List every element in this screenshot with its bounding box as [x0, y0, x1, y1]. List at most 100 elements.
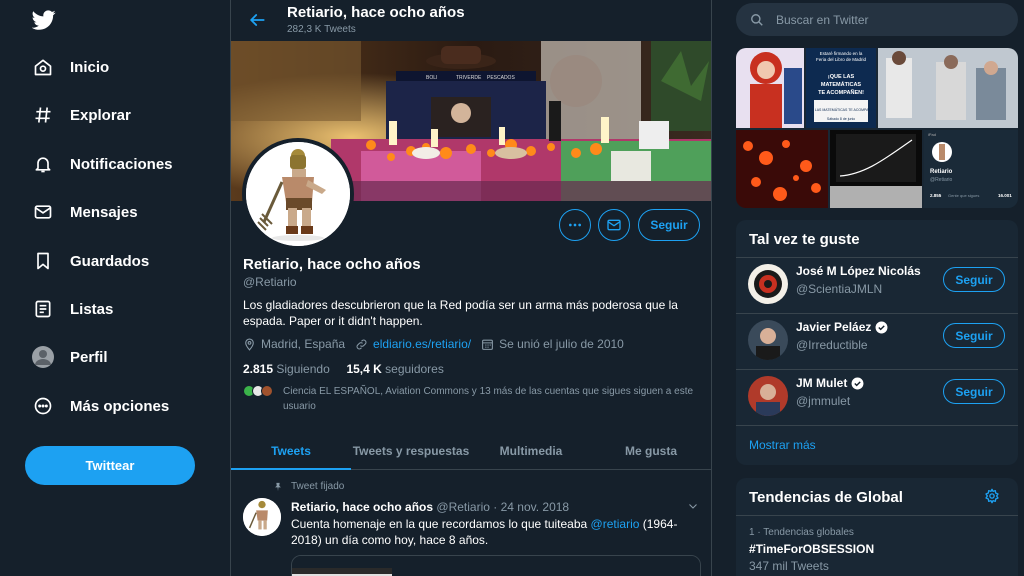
poster-date: Sábado 8 de junio: [827, 117, 855, 121]
nav-label-guardados: Guardados: [70, 252, 150, 270]
suggestion-handle: @ScientiaJMLN: [796, 282, 883, 296]
nav-item-notificaciones[interactable]: Notificaciones: [22, 146, 183, 182]
profile-handle: @Retiario: [243, 275, 297, 289]
nav-item-explorar[interactable]: Explorar: [22, 97, 141, 133]
suggestion-item[interactable]: Javier Peláez @Irreductible Seguir: [736, 313, 1018, 361]
trend-context: 1 · Tendencias globales: [749, 527, 854, 538]
divider: [736, 515, 1018, 516]
profile-header: Retiario, hace ocho años 282,3 K Tweets: [231, 0, 711, 41]
suggestion-item[interactable]: JM Mulet @jmmulet Seguir: [736, 369, 1018, 417]
tweet-header: Retiario, hace ocho años @Retiario · 24 …: [291, 500, 569, 514]
followers-you-know[interactable]: Ciencia EL ESPAÑOL, Aviation Commons y 1…: [243, 384, 703, 414]
mini-profile-handle: @Retiario: [930, 177, 953, 183]
mini-device: iPad: [928, 132, 936, 137]
tweet-date[interactable]: · 24 nov. 2018: [493, 500, 569, 514]
right-sidebar: Estaré firmando en la Feria del Libro de…: [736, 0, 1018, 576]
profile-joined: Se unió el julio de 2010: [499, 337, 624, 351]
profile-avatar[interactable]: [242, 138, 354, 250]
nav-item-mensajes[interactable]: Mensajes: [22, 194, 148, 230]
profile-bio: Los gladiadores descubrieron que la Red …: [243, 298, 678, 328]
suggestion-name-text: José M López Nicolás: [796, 264, 921, 278]
envelope-icon: [32, 201, 54, 223]
profile-tabs: Tweets Tweets y respuestas Multimedia Me…: [231, 432, 711, 470]
following-count: 2.815: [243, 362, 274, 376]
nav-label-mas-opciones: Más opciones: [70, 397, 170, 415]
suggestion-handle: @Irreductible: [796, 338, 868, 352]
search-icon: [751, 13, 763, 26]
suggestion-name-text: Javier Peláez: [796, 320, 872, 334]
tab-tweets-y-respuestas[interactable]: Tweets y respuestas: [351, 432, 471, 469]
nav-item-listas[interactable]: Listas: [22, 291, 123, 327]
suggestion-avatar: [748, 264, 788, 304]
nav-item-guardados[interactable]: Guardados: [22, 243, 159, 279]
media-preview-grid: Estaré firmando en la Feria del Libro de…: [736, 48, 1018, 208]
calendar-icon: [482, 339, 494, 350]
mini-stat-b: 16.001: [998, 193, 1012, 198]
known-followers-text: Ciencia EL ESPAÑOL, Aviation Commons y 1…: [283, 386, 694, 412]
poster-line-2: Feria del Libro de Madrid: [816, 57, 867, 62]
nav-label-listas: Listas: [70, 300, 114, 318]
more-options-button[interactable]: [559, 209, 591, 241]
hashtag-icon: [32, 104, 54, 126]
page-title: Retiario, hace ocho años: [287, 4, 465, 21]
home-icon: [32, 56, 54, 78]
nav-item-inicio[interactable]: Inicio: [22, 49, 119, 85]
profile-meta: Madrid, España eldiario.es/retiario/ Se …: [243, 337, 634, 351]
message-button[interactable]: [598, 209, 630, 241]
twitter-bird-icon[interactable]: [32, 8, 56, 32]
search-box[interactable]: [736, 3, 1018, 36]
nav-label-mensajes: Mensajes: [70, 203, 138, 221]
suggestion-name: JM Mulet: [796, 376, 864, 390]
tweet-button[interactable]: Twittear: [25, 446, 195, 485]
envelope-icon: [607, 219, 621, 231]
back-arrow-icon[interactable]: [247, 10, 267, 30]
tab-multimedia[interactable]: Multimedia: [471, 432, 591, 469]
tweet-avatar[interactable]: [243, 498, 281, 536]
chevron-down-icon[interactable]: [687, 500, 699, 512]
poster-book-title: QUE LAS MATEMÁTICAS TE ACOMPAÑEN: [806, 107, 876, 112]
nav-item-perfil[interactable]: Perfil: [22, 339, 118, 375]
tweet-media-image: [292, 556, 700, 576]
nav-label-notificaciones: Notificaciones: [70, 155, 173, 173]
website-item: eldiario.es/retiario/: [355, 337, 471, 351]
trends-title: Tendencias de Global: [749, 489, 903, 506]
tweet-media[interactable]: [291, 555, 701, 576]
followers-count: 15,4 K: [346, 362, 382, 376]
mini-profile-name: Retiario: [930, 169, 953, 175]
search-input[interactable]: [776, 12, 996, 27]
profile-location: Madrid, España: [261, 337, 346, 351]
follow-stats: 2.815 Siguiendo 15,4 K seguidores: [243, 362, 444, 376]
follow-button[interactable]: Seguir: [638, 209, 700, 241]
tab-tweets[interactable]: Tweets: [231, 432, 351, 470]
nav-label-inicio: Inicio: [70, 58, 110, 76]
following-link[interactable]: 2.815 Siguiendo: [243, 362, 330, 376]
joined-item: Se unió el julio de 2010: [481, 337, 624, 351]
link-icon: [356, 339, 367, 349]
mini-stat-a: 2.855: [930, 193, 942, 198]
nav-label-explorar: Explorar: [70, 106, 131, 124]
profile-media-preview[interactable]: Estaré firmando en la Feria del Libro de…: [736, 48, 1018, 208]
show-more-link[interactable]: Mostrar más: [749, 438, 816, 452]
tab-me-gusta[interactable]: Me gusta: [591, 432, 711, 469]
gear-icon[interactable]: [984, 488, 1000, 504]
profile-website-link[interactable]: eldiario.es/retiario/: [373, 337, 471, 351]
nav-label-perfil: Perfil: [70, 348, 108, 366]
followers-link[interactable]: 15,4 K seguidores: [346, 362, 443, 376]
tweet-text-part: Cuenta homenaje en la que recordamos lo …: [291, 517, 591, 531]
follow-button[interactable]: Seguir: [943, 323, 1005, 348]
tweet-author[interactable]: Retiario, hace ocho años: [291, 500, 433, 514]
follow-button[interactable]: Seguir: [943, 267, 1005, 292]
profile-avatar-icon: [32, 346, 54, 368]
trend-name[interactable]: #TimeForOBSESSION: [749, 542, 874, 556]
verified-badge-icon: [875, 321, 888, 333]
suggestion-item[interactable]: José M López Nicolás @ScientiaJMLN Segui…: [736, 257, 1018, 305]
nav-item-mas-opciones[interactable]: Más opciones: [22, 388, 179, 424]
follow-button[interactable]: Seguir: [943, 379, 1005, 404]
tweet-mention-link[interactable]: @retiario: [591, 517, 640, 531]
pin-icon: [275, 482, 281, 491]
profile-column: BOLI TRIVERDE PESCADOS Retiario, hace oc…: [230, 0, 712, 576]
banner-sign-1: BOLI: [426, 75, 437, 81]
suggestion-avatar: [748, 376, 788, 416]
pinned-indicator: Tweet fijado: [273, 481, 344, 492]
poster-line-1: Estaré firmando en la: [820, 51, 863, 56]
